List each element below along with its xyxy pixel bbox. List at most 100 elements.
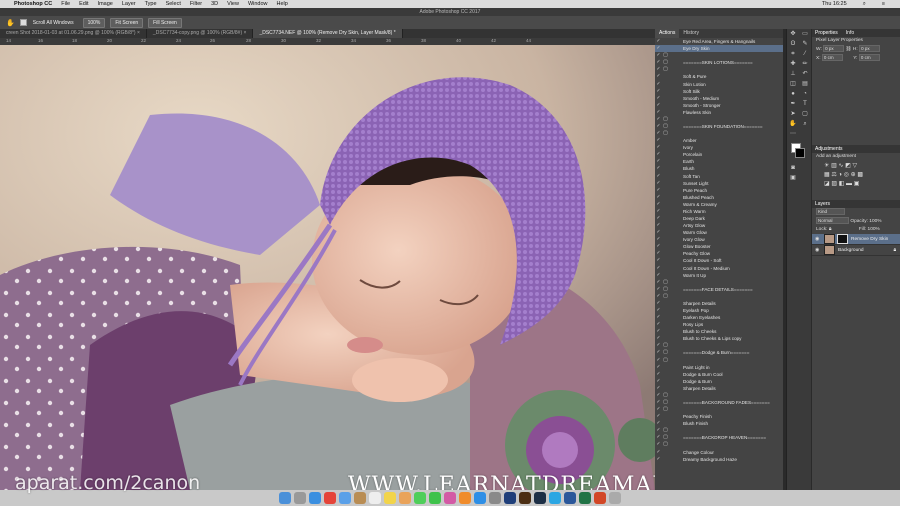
menu-app-name[interactable]: Photoshop CC (14, 1, 52, 7)
action-item[interactable]: ✓ ▢ (655, 427, 783, 434)
move-tool-icon[interactable]: ✥ (789, 30, 797, 38)
dialog-toggle-icon[interactable] (662, 81, 669, 88)
action-item[interactable]: ✓ Ivory Glow (655, 236, 783, 243)
action-item[interactable]: ✓ ▢ =======SKIN LOTIONS======= (655, 59, 783, 66)
dialog-toggle-icon[interactable]: ▢ (662, 441, 669, 448)
action-item[interactable]: ✓ Blush to Cheeks (655, 328, 783, 335)
action-item[interactable]: ✓ Sharpen Details (655, 385, 783, 392)
action-check-icon[interactable]: ✓ (655, 293, 662, 300)
action-check-icon[interactable]: ✓ (655, 208, 662, 215)
dialog-toggle-icon[interactable] (662, 109, 669, 116)
zoom-100-button[interactable]: 100% (82, 17, 106, 28)
action-check-icon[interactable]: ✓ (655, 321, 662, 328)
w-field[interactable]: 0 px (823, 45, 845, 52)
fill-screen-button[interactable]: Fill Screen (148, 17, 182, 28)
brush-tool-icon[interactable]: ✏ (801, 60, 809, 68)
action-check-icon[interactable]: ✓ (655, 229, 662, 236)
action-check-icon[interactable]: ✓ (655, 116, 662, 123)
action-check-icon[interactable]: ✓ (655, 180, 662, 187)
action-check-icon[interactable]: ✓ (655, 357, 662, 364)
photo-filter-icon[interactable]: ◎ (844, 172, 849, 178)
menu-edit[interactable]: Edit (79, 1, 88, 7)
x-field[interactable]: 0 cm (821, 54, 843, 61)
mail-icon[interactable] (339, 492, 351, 504)
dialog-toggle-icon[interactable] (662, 257, 669, 264)
dialog-toggle-icon[interactable] (662, 38, 669, 45)
dodge-tool-icon[interactable]: ◔ (801, 90, 809, 98)
action-check-icon[interactable]: ✓ (655, 371, 662, 378)
dialog-toggle-icon[interactable]: ▢ (662, 130, 669, 137)
brightness-icon[interactable]: ☀ (824, 163, 829, 169)
dialog-toggle-icon[interactable]: ▢ (662, 123, 669, 130)
dialog-toggle-icon[interactable]: ▢ (662, 392, 669, 399)
dialog-toggle-icon[interactable] (662, 385, 669, 392)
action-item[interactable]: ✓ Porcelain (655, 151, 783, 158)
action-item[interactable]: ✓ ▢ (655, 52, 783, 59)
word-icon[interactable] (564, 492, 576, 504)
dialog-toggle-icon[interactable]: ▢ (662, 66, 669, 73)
action-check-icon[interactable]: ✓ (655, 165, 662, 172)
menu-3d[interactable]: 3D (211, 1, 218, 7)
eye-icon[interactable]: ◉ (815, 236, 821, 242)
dialog-toggle-icon[interactable] (662, 307, 669, 314)
doc-tab-screenshot[interactable]: creen Shot 2018-01-03 at 01.06.29.png @ … (0, 29, 147, 38)
action-check-icon[interactable]: ✓ (655, 109, 662, 116)
action-check-icon[interactable]: ✓ (655, 342, 662, 349)
menu-file[interactable]: File (61, 1, 70, 7)
action-item[interactable]: ✓ Warm & Creamy (655, 201, 783, 208)
vibrance-icon[interactable]: ▽ (852, 163, 857, 169)
action-item[interactable]: ✓ ▢ (655, 293, 783, 300)
finder-icon[interactable] (279, 492, 291, 504)
action-check-icon[interactable]: ✓ (655, 456, 662, 463)
document-canvas[interactable]: WWW.LEARNATDREAMARTSY.COM (0, 45, 655, 490)
action-check-icon[interactable]: ✓ (655, 250, 662, 257)
action-item[interactable]: ✓ Artsy Glow (655, 222, 783, 229)
dialog-toggle-icon[interactable] (662, 187, 669, 194)
action-check-icon[interactable]: ✓ (655, 399, 662, 406)
dialog-toggle-icon[interactable] (662, 250, 669, 257)
action-check-icon[interactable]: ✓ (655, 95, 662, 102)
action-item[interactable]: ✓ Flawless Skin (655, 109, 783, 116)
action-check-icon[interactable]: ✓ (655, 307, 662, 314)
action-check-icon[interactable]: ✓ (655, 52, 662, 59)
fill-value[interactable]: 100% (868, 227, 880, 232)
dialog-toggle-icon[interactable] (662, 73, 669, 80)
action-item[interactable]: ✓ Peachy Glow (655, 250, 783, 257)
posterize-icon[interactable]: ▨ (831, 181, 837, 187)
action-item[interactable]: ✓ Darken Eyelashes (655, 314, 783, 321)
action-check-icon[interactable]: ✓ (655, 427, 662, 434)
facetime-icon[interactable] (429, 492, 441, 504)
dialog-toggle-icon[interactable] (662, 151, 669, 158)
dialog-toggle-icon[interactable] (662, 321, 669, 328)
action-check-icon[interactable]: ✓ (655, 45, 662, 52)
action-item[interactable]: ✓ Cool It Down - Medium (655, 265, 783, 272)
action-check-icon[interactable]: ✓ (655, 102, 662, 109)
action-item[interactable]: ✓ Earth (655, 158, 783, 165)
dialog-toggle-icon[interactable]: ▢ (662, 349, 669, 356)
action-check-icon[interactable]: ✓ (655, 236, 662, 243)
action-check-icon[interactable]: ✓ (655, 123, 662, 130)
dialog-toggle-icon[interactable]: ▢ (662, 399, 669, 406)
hue-sat-icon[interactable]: ▦ (824, 172, 830, 178)
clock[interactable]: Thu 16:25 (822, 1, 847, 7)
action-item[interactable]: ✓ ▢ (655, 406, 783, 413)
dialog-toggle-icon[interactable] (662, 201, 669, 208)
action-item[interactable]: ✓ ▢ (655, 66, 783, 73)
dialog-toggle-icon[interactable] (662, 371, 669, 378)
menu-image[interactable]: Image (98, 1, 113, 7)
dialog-toggle-icon[interactable] (662, 137, 669, 144)
action-check-icon[interactable]: ✓ (655, 420, 662, 427)
bridge-icon[interactable] (519, 492, 531, 504)
action-check-icon[interactable]: ✓ (655, 137, 662, 144)
dialog-toggle-icon[interactable]: ▢ (662, 59, 669, 66)
photos-icon[interactable] (399, 492, 411, 504)
color-swatches[interactable] (790, 143, 808, 159)
eyedropper-icon[interactable]: ⁄ (801, 50, 809, 58)
action-check-icon[interactable]: ✓ (655, 434, 662, 441)
action-item[interactable]: ✓ Warm It Up (655, 272, 783, 279)
contacts-icon[interactable] (354, 492, 366, 504)
tab-info[interactable]: Info (846, 29, 854, 37)
type-tool-icon[interactable]: T (801, 100, 809, 108)
action-item[interactable]: ✓ Eye Red Area, Fingers & Hangnails (655, 38, 783, 45)
dialog-toggle-icon[interactable] (662, 165, 669, 172)
